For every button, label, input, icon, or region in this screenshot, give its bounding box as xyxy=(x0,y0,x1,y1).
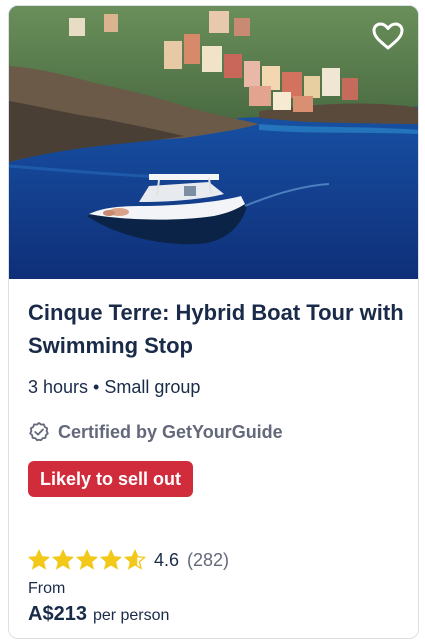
card-body: Cinque Terre: Hybrid Boat Tour with Swim… xyxy=(28,279,404,638)
activity-meta: 3 hours • Small group xyxy=(28,377,201,397)
price-row: A$213 per person xyxy=(28,603,169,626)
rating-stars xyxy=(28,549,146,571)
star-icon xyxy=(76,549,98,570)
rating-score: 4.6 xyxy=(154,549,180,570)
star-icon xyxy=(100,549,122,570)
price-from-label: From xyxy=(28,580,66,597)
activity-card[interactable]: Cinque Terre: Hybrid Boat Tour with Swim… xyxy=(8,5,419,639)
price-amount: A$213 xyxy=(28,603,87,625)
star-icon xyxy=(28,549,50,570)
certified-row: Certified by GetYourGuide xyxy=(28,421,283,443)
heart-outline-icon xyxy=(372,22,404,50)
certified-badge-icon xyxy=(29,422,49,442)
activity-title[interactable]: Cinque Terre: Hybrid Boat Tour with Swim… xyxy=(28,296,408,362)
star-icon xyxy=(52,549,74,570)
star-icon xyxy=(124,549,146,570)
price-unit: per person xyxy=(92,607,170,624)
certified-label: Certified by GetYourGuide xyxy=(58,421,283,442)
wishlist-button[interactable] xyxy=(368,16,408,56)
activity-photo[interactable] xyxy=(9,6,418,279)
activity-photo-image xyxy=(9,6,418,279)
rating-row: 4.6 (282) xyxy=(28,549,229,571)
rating-count: (282) xyxy=(187,549,230,570)
likely-to-sell-out-badge: Likely to sell out xyxy=(28,461,194,497)
